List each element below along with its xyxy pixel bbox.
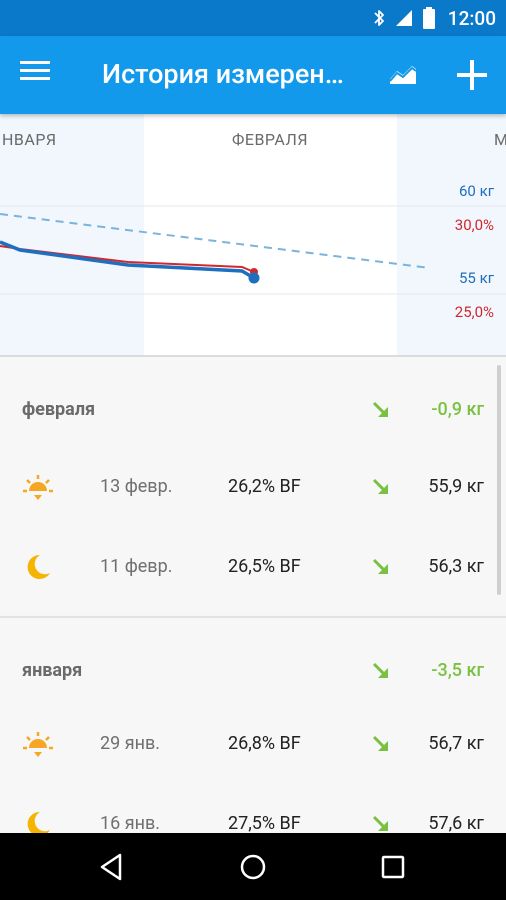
menu-icon — [20, 61, 50, 80]
month-group-title: февраля — [22, 399, 96, 420]
recents-button[interactable] — [377, 851, 409, 883]
axis-label-weight-top: 60 кг — [459, 182, 494, 200]
chart-target-line — [0, 213, 431, 269]
month-group-header[interactable]: февраля -0,9 кг — [0, 357, 506, 461]
home-button[interactable] — [237, 851, 269, 883]
status-time: 12:00 — [447, 6, 496, 30]
measurement-weight: 56,3 кг — [428, 556, 484, 577]
moon-icon — [27, 811, 50, 833]
month-group: января -3,5 кг 29 янв. 26,8% BF 56,7 кг … — [0, 618, 506, 833]
measurement-row[interactable]: 11 февр. 26,5% BF 56,3 кг — [0, 529, 506, 607]
measurement-date: 29 янв. — [100, 733, 160, 754]
back-icon — [100, 853, 122, 881]
list-scrollbar[interactable] — [497, 365, 501, 595]
month-group-delta: -3,5 кг — [431, 660, 484, 681]
page-title: История измерен… — [102, 58, 344, 90]
measurement-body-fat: 26,5% BF — [228, 556, 301, 577]
month-group: февраля -0,9 кг 13 февр. 26,2% BF 55,9 к… — [0, 357, 506, 615]
add-button[interactable] — [455, 58, 491, 94]
measurement-weight: 56,7 кг — [428, 733, 484, 754]
measurement-row[interactable]: 29 янв. 26,8% BF 56,7 кг — [0, 706, 506, 784]
arrow-down-right-icon — [372, 662, 388, 678]
measurement-list[interactable]: февраля -0,9 кг 13 февр. 26,2% BF 55,9 к… — [0, 357, 506, 833]
app-bar: История измерен… — [0, 36, 506, 114]
chart-button[interactable] — [388, 60, 422, 94]
status-bar: 12:00 — [0, 0, 506, 36]
month-group-title: января — [22, 660, 83, 681]
measurement-date: 11 февр. — [100, 556, 173, 577]
arrow-down-right-icon — [372, 735, 388, 751]
arrow-down-right-icon — [372, 558, 388, 574]
axis-label-fat-bottom: 25,0% — [454, 303, 494, 321]
chart-weight-point — [248, 272, 260, 284]
chart-icon — [389, 66, 417, 84]
chart-weight-series — [0, 240, 255, 280]
menu-button[interactable] — [20, 60, 60, 92]
measurement-weight: 55,9 кг — [428, 476, 484, 497]
measurement-date: 16 янв. — [100, 813, 160, 833]
measurement-body-fat: 26,8% BF — [228, 733, 301, 754]
measurement-row[interactable]: 16 янв. 27,5% BF 57,6 кг — [0, 786, 506, 833]
battery-icon — [422, 7, 435, 29]
system-nav-bar — [0, 833, 506, 900]
recents-icon — [381, 855, 405, 879]
signal-icon — [395, 10, 412, 26]
arrow-down-right-icon — [372, 815, 388, 831]
moon-icon — [27, 554, 50, 579]
add-icon — [457, 60, 487, 90]
arrow-down-right-icon — [372, 478, 388, 494]
measurement-weight: 57,6 кг — [428, 813, 484, 833]
bluetooth-icon — [374, 10, 384, 26]
weight-chart[interactable]: НВАРЯ ФЕВРАЛЯ М 60 кг 30,0% 55 кг 25,0% — [0, 114, 506, 356]
status-icons: 12:00 — [372, 0, 496, 36]
arrow-down-right-icon — [372, 401, 388, 417]
measurement-body-fat: 26,2% BF — [228, 476, 301, 497]
sun-icon — [23, 732, 53, 757]
home-icon — [240, 854, 266, 880]
measurement-date: 13 февр. — [100, 476, 173, 497]
sun-icon — [23, 475, 53, 500]
measurement-body-fat: 27,5% BF — [228, 813, 301, 833]
chart-plot — [0, 205, 506, 295]
back-button[interactable] — [96, 851, 128, 883]
measurement-row[interactable]: 13 февр. 26,2% BF 55,9 кг — [0, 449, 506, 527]
month-group-delta: -0,9 кг — [431, 399, 484, 420]
axis-label-fat-top: 30,0% — [454, 216, 494, 234]
axis-label-weight-bottom: 55 кг — [459, 269, 494, 287]
